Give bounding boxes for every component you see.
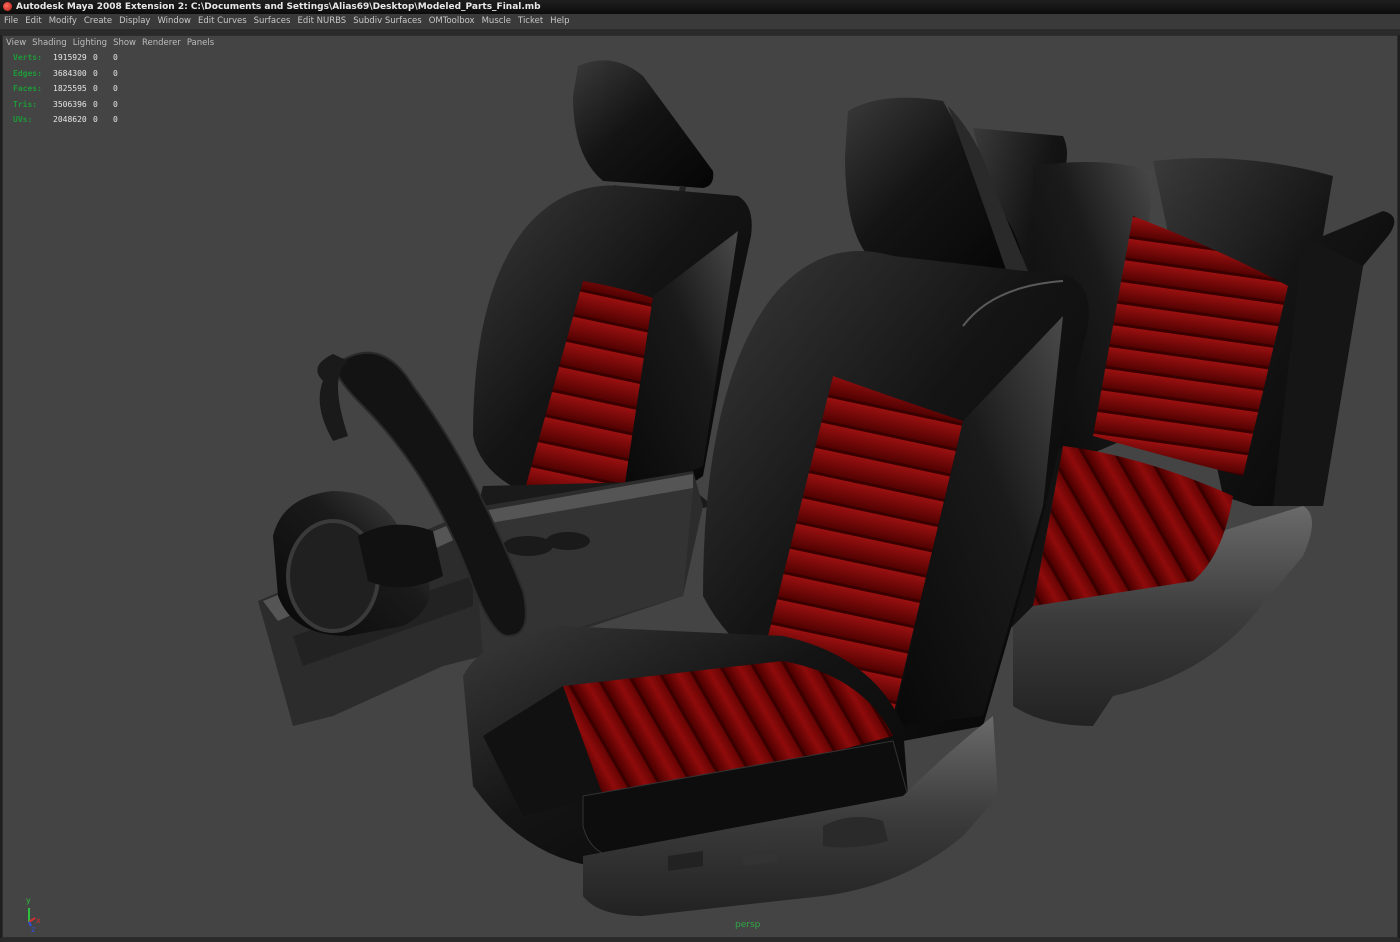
view-axis-indicator: y x z <box>26 896 41 932</box>
driver-seat[interactable] <box>473 60 752 536</box>
hud-label: Verts: <box>13 53 42 62</box>
hud-extra: 0 <box>113 84 118 94</box>
hud-row-tris: Tris: 3506396 0 0 <box>13 97 153 113</box>
hud-row-edges: Edges: 3684300 0 0 <box>13 66 153 82</box>
menu-muscle[interactable]: Muscle <box>482 16 511 26</box>
perspective-viewport[interactable]: View Shading Lighting Show Renderer Panels Ve… <box>2 35 1398 938</box>
menu-modify[interactable]: Modify <box>49 16 77 26</box>
3d-scene[interactable] <box>3 36 1397 937</box>
hud-label: Tris: <box>13 99 38 109</box>
hud-label: Edges: <box>13 68 42 78</box>
menu-display[interactable]: Display <box>119 16 150 26</box>
hud-selected: 0 <box>93 53 98 62</box>
hud-total: 1915929 <box>53 53 87 62</box>
menu-file[interactable]: File <box>4 16 18 26</box>
panel-menu-shading[interactable]: Shading <box>32 38 67 48</box>
menu-create[interactable]: Create <box>84 16 112 26</box>
hud-row-uvs: UVs: 2048620 0 0 <box>13 112 153 128</box>
hud-total: 2048620 <box>53 115 87 125</box>
hud-extra: 0 <box>113 53 118 62</box>
bottom-bar <box>0 938 1400 942</box>
panel-menu-show[interactable]: Show <box>113 38 136 48</box>
axis-x-label: x <box>36 916 41 925</box>
menu-omtoolbox[interactable]: OMToolbox <box>429 16 475 26</box>
hud-selected: 0 <box>93 68 98 78</box>
hud-selected: 0 <box>93 115 98 125</box>
panel-menu-panels[interactable]: Panels <box>187 38 214 48</box>
hud-selected: 0 <box>93 84 98 94</box>
maya-logo-icon <box>3 2 12 11</box>
hud-row-faces: Faces: 1825595 0 0 <box>13 81 153 97</box>
menu-edit-curves[interactable]: Edit Curves <box>198 16 247 26</box>
menu-help[interactable]: Help <box>550 16 569 26</box>
hud-total: 1825595 <box>53 84 87 94</box>
menu-subdiv-surfaces[interactable]: Subdiv Surfaces <box>353 16 421 26</box>
camera-label: persp <box>735 920 761 930</box>
panel-menu-lighting[interactable]: Lighting <box>73 38 107 48</box>
menu-ticket[interactable]: Ticket <box>518 16 543 26</box>
title-bar: Autodesk Maya 2008 Extension 2: C:\Docum… <box>0 0 1400 14</box>
hud-extra: 0 <box>113 115 118 125</box>
panel-menu-view[interactable]: View <box>6 38 26 48</box>
hud-label: UVs: <box>13 115 33 125</box>
hud-total: 3684300 <box>53 68 87 78</box>
panel-menu-bar: View Shading Lighting Show Renderer Panels <box>3 36 1397 50</box>
hud-total: 3506396 <box>53 99 87 109</box>
menu-edit[interactable]: Edit <box>25 16 41 26</box>
hud-label: Faces: <box>13 84 42 94</box>
panel-menu-renderer[interactable]: Renderer <box>142 38 181 48</box>
axis-z-label: z <box>31 925 35 932</box>
hud-extra: 0 <box>113 68 118 78</box>
menu-window[interactable]: Window <box>157 16 191 26</box>
hud-selected: 0 <box>93 99 98 109</box>
main-menu-bar: File Edit Modify Create Display Window Edit Cu… <box>0 14 1400 30</box>
hud-row-verts: Verts: 1915929 0 0 <box>13 50 153 66</box>
axis-y-label: y <box>26 896 31 905</box>
poly-count-hud: Verts: 1915929 0 0 Edges: 3684300 0 0 Faces: 18… <box>13 50 153 128</box>
menu-surfaces[interactable]: Surfaces <box>254 16 291 26</box>
menu-edit-nurbs[interactable]: Edit NURBS <box>297 16 346 26</box>
window-title: Autodesk Maya 2008 Extension 2: C:\Docum… <box>16 2 541 12</box>
hud-extra: 0 <box>113 99 118 109</box>
